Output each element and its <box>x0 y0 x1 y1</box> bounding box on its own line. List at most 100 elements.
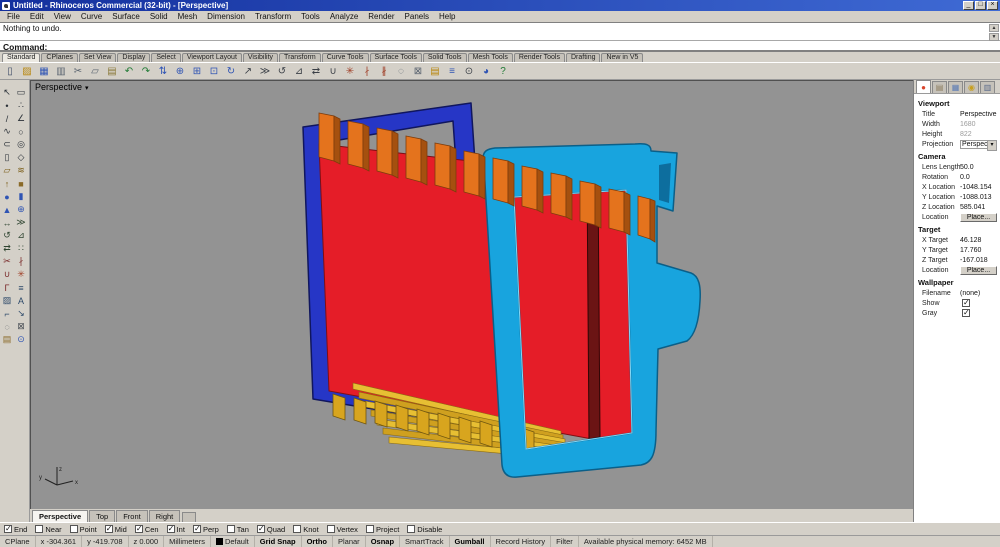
viewport-tab[interactable]: Front <box>116 510 148 522</box>
multi-point-icon[interactable]: ∴ <box>14 99 28 112</box>
osnap-checkbox[interactable] <box>256 524 265 533</box>
menu-item[interactable]: Panels <box>400 12 434 21</box>
properties-icon[interactable]: ≡ <box>444 64 460 79</box>
box-icon[interactable]: ■ <box>14 177 28 190</box>
toolbar-tab[interactable]: Visibility <box>242 53 279 62</box>
pan-view-icon[interactable]: ⇅ <box>155 64 171 79</box>
join-icon[interactable]: ∪ <box>325 64 341 79</box>
tab-layers[interactable]: ▤ <box>932 81 947 93</box>
menu-item[interactable]: View <box>49 12 76 21</box>
viewport-tab[interactable]: Perspective <box>32 510 89 522</box>
help-icon[interactable]: ? <box>495 64 511 79</box>
lock-object-icon[interactable]: ⊠ <box>14 320 28 333</box>
status-segment[interactable]: z 0.000 <box>129 536 165 547</box>
fillet-icon[interactable]: Γ <box>0 281 14 294</box>
perspective-viewport[interactable]: Perspective ▾ z x y <box>30 80 914 510</box>
surface-icon[interactable]: ▱ <box>0 164 14 177</box>
property-value[interactable]: Place... <box>960 265 997 275</box>
menu-item[interactable]: Help <box>434 12 460 21</box>
mirror-icon[interactable]: ⇄ <box>0 242 14 255</box>
mirror-icon[interactable]: ⇄ <box>308 64 324 79</box>
ellipse-icon[interactable]: ◎ <box>14 138 28 151</box>
new-viewport-tab[interactable] <box>182 512 197 522</box>
command-history[interactable]: Nothing to undo. <box>0 22 1000 41</box>
property-value[interactable]: Perspective <box>960 111 997 118</box>
tab-lights[interactable]: ◉ <box>964 81 979 93</box>
arc-icon[interactable]: ⊂ <box>0 138 14 151</box>
lock-icon[interactable]: ⊠ <box>410 64 426 79</box>
scroll-down-button[interactable] <box>989 33 999 41</box>
zoom-target-icon[interactable]: ⊙ <box>14 333 28 346</box>
viewport-menu-arrow-icon[interactable] <box>85 82 89 92</box>
property-value[interactable]: 17.760 <box>960 247 997 254</box>
zoom-extents-icon[interactable]: ⊡ <box>206 64 222 79</box>
polyline-icon[interactable]: ∠ <box>14 112 28 125</box>
rotate-icon[interactable]: ↺ <box>0 229 14 242</box>
menu-item[interactable]: Surface <box>107 12 145 21</box>
select-icon[interactable]: ↖ <box>0 86 14 99</box>
osnap-toggle[interactable]: Cen <box>134 524 159 534</box>
cylinder-icon[interactable]: ▮ <box>14 190 28 203</box>
rotate-icon[interactable]: ↺ <box>274 64 290 79</box>
layer-icon[interactable]: ▤ <box>0 333 14 346</box>
toolbar-tab[interactable]: Solid Tools <box>422 53 467 62</box>
toolbar-tab[interactable]: Surface Tools <box>369 53 422 62</box>
osnap-toggle[interactable]: Quad <box>256 524 285 534</box>
menu-item[interactable]: Solid <box>145 12 173 21</box>
toolbar-tab[interactable]: Transform <box>279 53 321 62</box>
osnap-toggle[interactable]: Int <box>166 524 185 534</box>
point-icon[interactable]: • <box>0 99 14 112</box>
status-segment[interactable]: Grid Snap <box>255 536 302 547</box>
copy-icon[interactable]: ≫ <box>14 216 28 229</box>
property-value[interactable]: (none) <box>960 290 997 297</box>
join-icon[interactable]: ∪ <box>0 268 14 281</box>
loft-icon[interactable]: ≋ <box>14 164 28 177</box>
viewport-title[interactable]: Perspective <box>35 82 89 92</box>
status-segment[interactable]: y -419.708 <box>82 536 129 547</box>
osnap-checkbox[interactable] <box>226 525 235 533</box>
save-file-icon[interactable]: ▦ <box>36 64 52 79</box>
osnap-checkbox[interactable] <box>35 525 44 533</box>
select-lasso-icon[interactable]: ▭ <box>14 86 28 99</box>
status-segment[interactable]: Record History <box>491 536 552 547</box>
tab-help[interactable]: ▥ <box>980 81 995 93</box>
explode-icon[interactable]: ✳ <box>14 268 28 281</box>
viewport-tab[interactable]: Top <box>89 510 116 522</box>
status-segment[interactable]: Ortho <box>302 536 333 547</box>
copy-object-icon[interactable]: ≫ <box>257 64 273 79</box>
new-file-icon[interactable]: ▯ <box>2 64 18 79</box>
array-icon[interactable]: ∷ <box>14 242 28 255</box>
toolbar-tab[interactable]: Viewport Layout <box>181 53 242 62</box>
offset-icon[interactable]: ≡ <box>14 281 28 294</box>
copy-icon[interactable]: ▱ <box>87 64 103 79</box>
zoom-dynamic-icon[interactable]: ⊕ <box>172 64 188 79</box>
menu-item[interactable]: Mesh <box>173 12 203 21</box>
property-value[interactable]: 822 <box>960 131 997 138</box>
leader-icon[interactable]: ↘ <box>14 307 28 320</box>
osnap-checkbox[interactable] <box>365 525 374 533</box>
property-checkbox[interactable] <box>962 308 970 317</box>
osnap-toggle[interactable]: Tan <box>226 525 249 534</box>
osnap-toggle[interactable]: Knot <box>293 525 319 534</box>
osnap-checkbox[interactable] <box>104 524 113 533</box>
split-icon[interactable]: ∤ <box>14 255 28 268</box>
menu-item[interactable]: Edit <box>25 12 49 21</box>
move-icon[interactable]: ↗ <box>240 64 256 79</box>
toolbar-tab[interactable]: Drafting <box>565 53 601 62</box>
curve-icon[interactable]: ∿ <box>0 125 14 138</box>
zoom-window-icon[interactable]: ⊞ <box>189 64 205 79</box>
hide-object-icon[interactable]: ◌ <box>0 320 14 333</box>
property-value[interactable]: -167.018 <box>960 257 997 264</box>
sphere-icon[interactable]: ● <box>0 190 14 203</box>
toolbar-tab[interactable]: New in V5 <box>601 53 644 62</box>
osnap-checkbox[interactable] <box>192 524 201 533</box>
status-segment[interactable]: Available physical memory: 6452 MB <box>579 536 713 547</box>
status-segment[interactable]: x -304.361 <box>36 536 83 547</box>
cut-icon[interactable]: ✂ <box>70 64 86 79</box>
menu-item[interactable]: Curve <box>76 12 107 21</box>
redo-icon[interactable]: ↷ <box>138 64 154 79</box>
viewport-tab[interactable]: Right <box>148 510 181 522</box>
status-segment[interactable]: SmartTrack <box>400 536 450 547</box>
scale-icon[interactable]: ⊿ <box>291 64 307 79</box>
extrude-icon[interactable]: ↑ <box>0 177 14 190</box>
